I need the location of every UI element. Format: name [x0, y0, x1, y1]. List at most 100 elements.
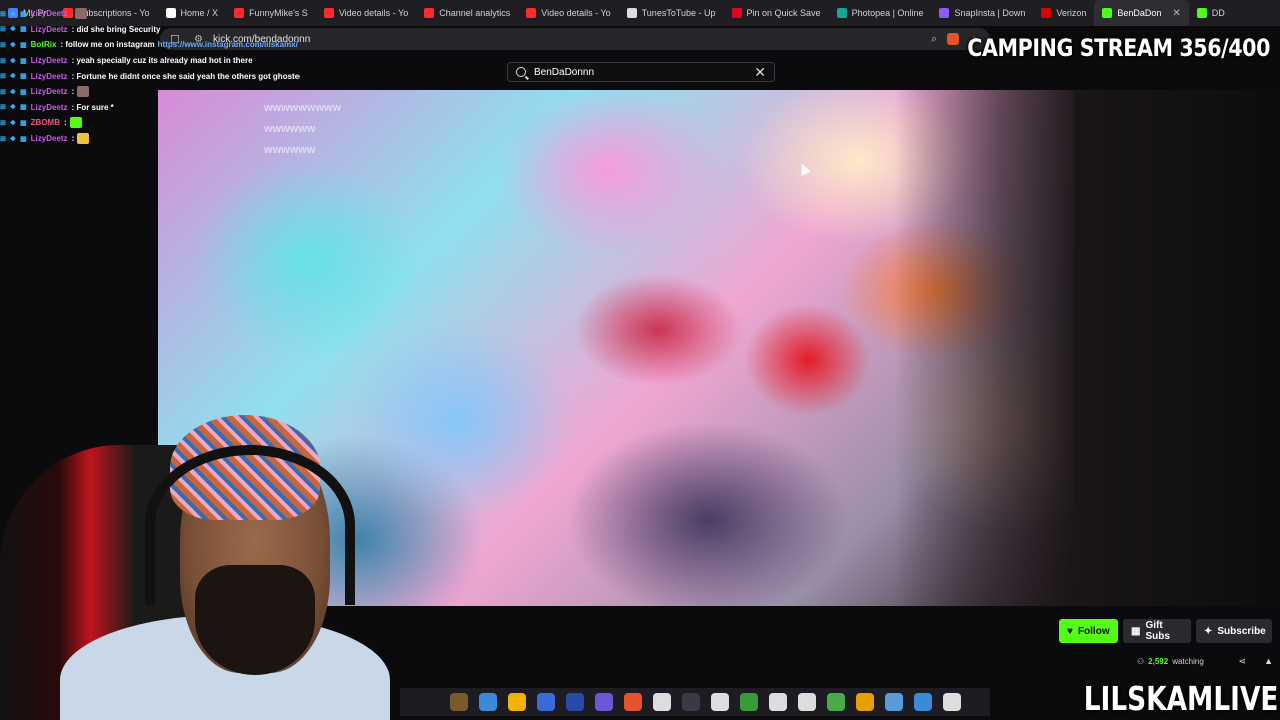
taskbar-app-icon[interactable]: [508, 693, 526, 711]
chat-username[interactable]: ZBOMB: [31, 118, 60, 127]
chat-text: : yeah specially cuz its already mad hot…: [71, 56, 253, 66]
chat-username[interactable]: LizyDeetz: [31, 134, 68, 143]
chat-message: ⊞ ❖ ▦ LizyDeetz:: [0, 84, 300, 100]
chat-message: ⊞ ❖ ▦ LizyDeetz: [0, 6, 300, 22]
tab-favicon-icon: [526, 8, 537, 18]
zoom-icon[interactable]: ⌕: [931, 33, 937, 46]
screen: My Pr Subscriptions - Yo Home / X FunnyMike…: [0, 0, 1280, 720]
chat-badges-icon: ⊞ ❖ ▦: [0, 73, 28, 81]
search-input[interactable]: BenDaDonnn: [534, 67, 754, 78]
viewer-count: 2,592: [1148, 656, 1169, 666]
taskbar-app-icon[interactable]: [537, 693, 555, 711]
star-icon: ✦: [1204, 625, 1213, 637]
taskbar-app-icon[interactable]: [624, 693, 642, 711]
browser-tab[interactable]: Photopea | Online: [829, 0, 932, 26]
taskbar-app-icon[interactable]: [711, 693, 729, 711]
report-icon[interactable]: ▲: [1264, 656, 1273, 667]
tab-label: Video details - Yo: [338, 8, 409, 18]
chat-emote-icon: [77, 133, 90, 145]
tab-label: Video details - Yo: [541, 8, 611, 18]
taskbar-app-icon[interactable]: [943, 693, 961, 711]
heart-icon: ♥: [1067, 625, 1073, 637]
chat-message: ⊞ ❖ ▦ LizyDeetz: For sure *: [0, 100, 300, 116]
taskbar-app-icon[interactable]: [740, 693, 758, 711]
viewer-stats: ⚇ 2,592 watching ⋖ ▲: [1137, 655, 1273, 667]
tab-close-icon[interactable]: ✕: [1172, 8, 1180, 19]
chat-message: ⊞ ❖ ▦ LizyDeetz:: [0, 131, 300, 147]
stream-title-overlay: CAMPING STREAM 356/400: [967, 34, 1270, 62]
tab-favicon-icon: [1102, 8, 1113, 18]
chat-message: ⊞ ❖ ▦ LizyDeetz: yeah specially cuz its a…: [0, 53, 300, 69]
chat-badges-icon: ⊞ ❖ ▦: [0, 88, 28, 96]
tab-favicon-icon: [626, 8, 637, 18]
taskbar-app-icon[interactable]: [827, 693, 845, 711]
taskbar-app-icon[interactable]: [595, 693, 613, 711]
taskbar-app-icon[interactable]: [479, 693, 497, 711]
taskbar-app-icon[interactable]: [885, 693, 903, 711]
taskbar-app-icon[interactable]: [769, 693, 787, 711]
browser-tab[interactable]: BenDaDon ✕: [1094, 0, 1189, 26]
chat-message: ⊞ ❖ ▦ LizyDeetz: Fortune he didnt once sh…: [0, 68, 300, 84]
follow-button[interactable]: ♥ Follow: [1059, 619, 1118, 643]
tab-favicon-icon: [939, 8, 950, 18]
taskbar-app-icon[interactable]: [682, 693, 700, 711]
watching-label: watching: [1172, 656, 1204, 666]
search-icon: [516, 67, 526, 77]
tab-label: Verizon: [1056, 8, 1087, 18]
tab-favicon-icon: [1041, 8, 1052, 18]
tab-favicon-icon: [424, 8, 435, 18]
chat-text: : did she bring Security: [71, 24, 161, 34]
browser-tab[interactable]: TunesToTube - Up: [619, 0, 724, 26]
browser-tab[interactable]: SnapInsta | Down: [931, 0, 1033, 26]
chat-badges-icon: ⊞ ❖ ▦: [0, 10, 28, 18]
chat-emote-icon: [77, 86, 90, 98]
share-icon[interactable]: ⋖: [1239, 656, 1247, 667]
chat-text: : follow me on instagram: [60, 40, 155, 50]
chat-message: ⊞ ❖ ▦ ZBOMB:: [0, 115, 300, 131]
taskbar-app-icon[interactable]: [856, 693, 874, 711]
chat-badges-icon: ⊞ ❖ ▦: [0, 135, 28, 143]
tab-label: SnapInsta | Down: [954, 8, 1026, 18]
gift-subs-label: Gift Subs: [1145, 620, 1170, 642]
chat-text: : For sure *: [71, 102, 114, 112]
search-box[interactable]: BenDaDonnn ✕: [507, 62, 775, 82]
chat-badges-icon: ⊞ ❖ ▦: [0, 57, 28, 65]
stream-chat: ⊞ ❖ ▦ LizyDeetz ⊞ ❖ ▦ LizyDeetz: did she br…: [0, 6, 300, 146]
chat-username[interactable]: LizyDeetz: [31, 103, 68, 112]
chat-username[interactable]: LizyDeetz: [31, 25, 68, 34]
chat-emote-icon: [74, 8, 87, 20]
url-text[interactable]: kick.com/bendadonnn: [213, 34, 931, 45]
browser-tab[interactable]: DD: [1189, 0, 1233, 26]
browser-tab[interactable]: Channel analytics: [416, 0, 518, 26]
tab-favicon-icon: [731, 8, 742, 18]
close-icon[interactable]: ✕: [754, 64, 766, 81]
browser-tab[interactable]: Pin on Quick Save: [724, 0, 829, 26]
taskbar-app-icon[interactable]: [798, 693, 816, 711]
browser-tab[interactable]: Video details - Yo: [518, 0, 618, 26]
chat-badges-icon: ⊞ ❖ ▦: [0, 119, 28, 127]
browser-tab[interactable]: Video details - Yo: [316, 0, 416, 26]
chat-link[interactable]: https://www.instagram.com/lilskamx/: [158, 40, 298, 49]
streamer-name-overlay: LILSKAMLIVE: [1083, 679, 1278, 718]
brave-shield-icon[interactable]: [947, 33, 960, 45]
chat-username[interactable]: LizyDeetz: [31, 72, 68, 81]
tab-favicon-icon: [1196, 8, 1207, 18]
browser-tab[interactable]: Verizon: [1033, 0, 1094, 26]
chat-username[interactable]: LizyDeetz: [31, 87, 68, 96]
taskbar-app-icon[interactable]: [914, 693, 932, 711]
tab-favicon-icon: [323, 8, 334, 18]
chat-username[interactable]: LizyDeetz: [31, 9, 68, 18]
webcam-feed: [0, 405, 400, 720]
gift-subs-button[interactable]: ▦ Gift Subs: [1123, 619, 1191, 643]
tab-label: BenDaDon: [1117, 8, 1162, 18]
subscribe-button[interactable]: ✦ Subscribe: [1196, 619, 1272, 643]
chat-username[interactable]: BotRix: [31, 40, 57, 49]
chat-message: ⊞ ❖ ▦ LizyDeetz: did she bring Security: [0, 22, 300, 38]
taskbar-app-icon[interactable]: [566, 693, 584, 711]
taskbar-app-icon[interactable]: [653, 693, 671, 711]
chat-text: :: [71, 87, 75, 97]
chat-text: :: [63, 118, 67, 128]
chat-username[interactable]: LizyDeetz: [31, 56, 68, 65]
chat-badges-icon: ⊞ ❖ ▦: [0, 26, 28, 34]
taskbar-app-icon[interactable]: [450, 693, 468, 711]
